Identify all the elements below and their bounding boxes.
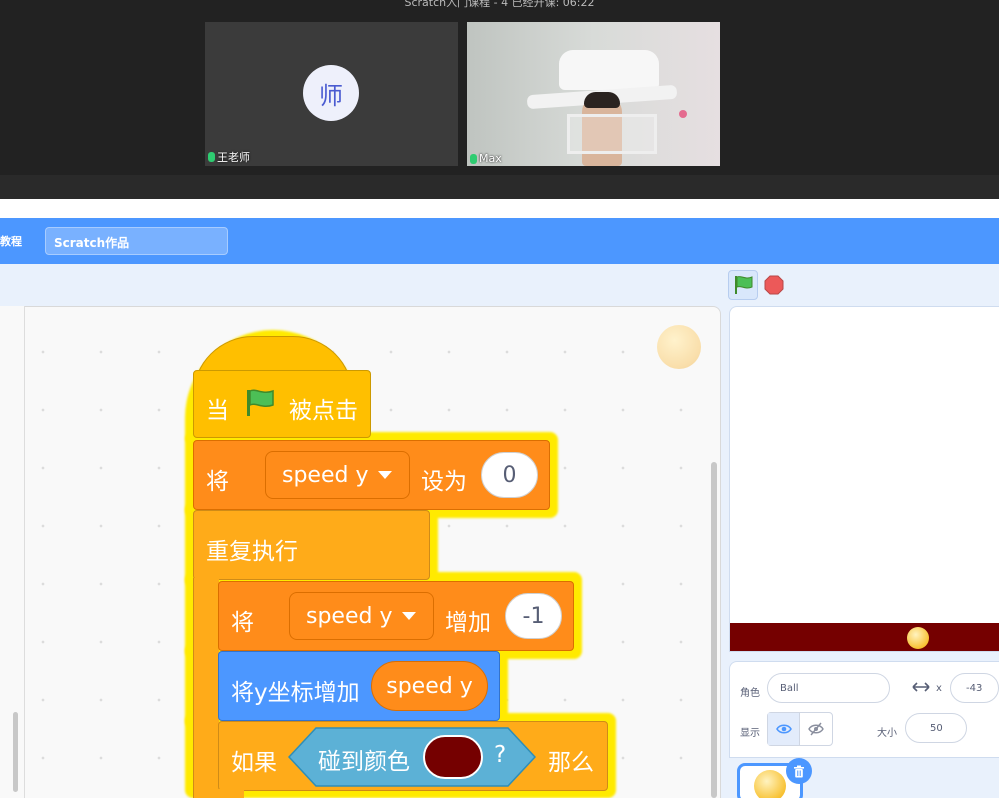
delete-sprite-button[interactable] [786, 758, 812, 784]
green-flag-icon [247, 389, 274, 416]
teacher-avatar: 师 [303, 65, 359, 121]
block-label: 将y坐标增加 [231, 680, 360, 706]
trash-icon [794, 765, 804, 777]
chevron-down-icon [402, 612, 417, 620]
stage[interactable] [729, 306, 999, 652]
student-name: Max [479, 152, 502, 165]
sensing-label: 碰到颜色 [318, 749, 410, 775]
teacher-video-tile[interactable]: 师 王老师 [205, 22, 458, 166]
block-label: 增加 [445, 610, 491, 636]
sensing-question: ? [494, 742, 507, 768]
eye-slash-icon [808, 722, 824, 736]
variable-dropdown[interactable]: speed y [289, 592, 434, 640]
value-input[interactable]: 0 [481, 452, 538, 498]
scratch-menubar: 教程 Scratch作品 [0, 218, 999, 264]
ball-sprite[interactable] [907, 627, 929, 649]
show-label: 显示 [740, 728, 760, 739]
student-video-tile[interactable]: Max [467, 22, 720, 166]
block-label: 重复执行 [206, 539, 298, 565]
visibility-toggle [767, 712, 833, 746]
separator [0, 199, 999, 218]
change-y-block[interactable]: 将y坐标增加 speed y [218, 651, 500, 721]
tablet-shape [567, 114, 657, 154]
x-position-input[interactable]: -43 [950, 673, 999, 703]
teacher-name: 王老师 [217, 151, 250, 164]
dropdown-value: speed y [306, 603, 393, 629]
show-button[interactable] [768, 713, 801, 745]
block-label: 将 [206, 469, 229, 495]
eye-icon [775, 724, 792, 734]
menu-tutorials[interactable]: 教程 [0, 233, 22, 249]
student-name-label: Max [470, 152, 502, 165]
block-label: 设为 [421, 469, 467, 495]
block-label: 当 [206, 398, 229, 424]
mic-icon [470, 153, 477, 164]
project-title-input[interactable]: Scratch作品 [45, 227, 228, 255]
block-label: 被点击 [289, 398, 358, 424]
color-picker-swatch[interactable] [423, 735, 483, 779]
block-label: 那么 [548, 750, 594, 776]
forever-block[interactable]: 重复执行 [193, 510, 430, 580]
lamp-shape [559, 50, 659, 90]
script-scrollbar[interactable] [711, 462, 717, 798]
hide-button[interactable] [800, 713, 832, 745]
block-label: 如果 [231, 750, 277, 776]
change-variable-block[interactable]: 将 speed y 增加 -1 [218, 581, 574, 651]
student-hair-shape [584, 92, 620, 108]
sprite-watermark [657, 325, 701, 369]
call-toolbar [0, 175, 999, 199]
x-label: x [936, 683, 942, 694]
set-variable-block[interactable]: 将 speed y 设为 0 [193, 440, 550, 510]
wall-decoration [679, 110, 687, 118]
value-input[interactable]: -1 [505, 593, 562, 639]
sprite-name-input[interactable]: Ball [767, 673, 890, 703]
stage-floor [730, 623, 999, 651]
video-call-panel: Scratch入门课程 - 4 已经开课: 06:22 师 王老师 Max [0, 0, 999, 175]
dropdown-value: speed y [282, 462, 369, 488]
sprite-name-label: 角色 [740, 688, 760, 699]
if-block-arm [218, 789, 244, 798]
chevron-down-icon [378, 471, 393, 479]
green-flag-icon [735, 276, 753, 294]
size-input[interactable]: 50 [905, 713, 967, 743]
x-arrows-icon [912, 682, 930, 692]
mic-icon [208, 152, 215, 162]
block-label: 将 [231, 610, 254, 636]
call-title: Scratch入门课程 - 4 已经开课: 06:22 [404, 0, 595, 9]
variable-reporter[interactable]: speed y [371, 661, 488, 711]
forever-block-arm [193, 578, 219, 798]
palette-scrollbar[interactable] [13, 712, 18, 792]
teacher-name-label: 王老师 [208, 149, 250, 165]
variable-dropdown[interactable]: speed y [265, 451, 410, 499]
when-flag-clicked-block[interactable]: 当 被点击 [193, 370, 371, 438]
green-flag-button[interactable] [728, 270, 758, 300]
stop-button[interactable] [764, 275, 784, 295]
ball-thumbnail [754, 770, 786, 798]
screen: Scratch入门课程 - 4 已经开课: 06:22 师 王老师 Max 教程 [0, 0, 999, 798]
size-label: 大小 [877, 728, 897, 739]
